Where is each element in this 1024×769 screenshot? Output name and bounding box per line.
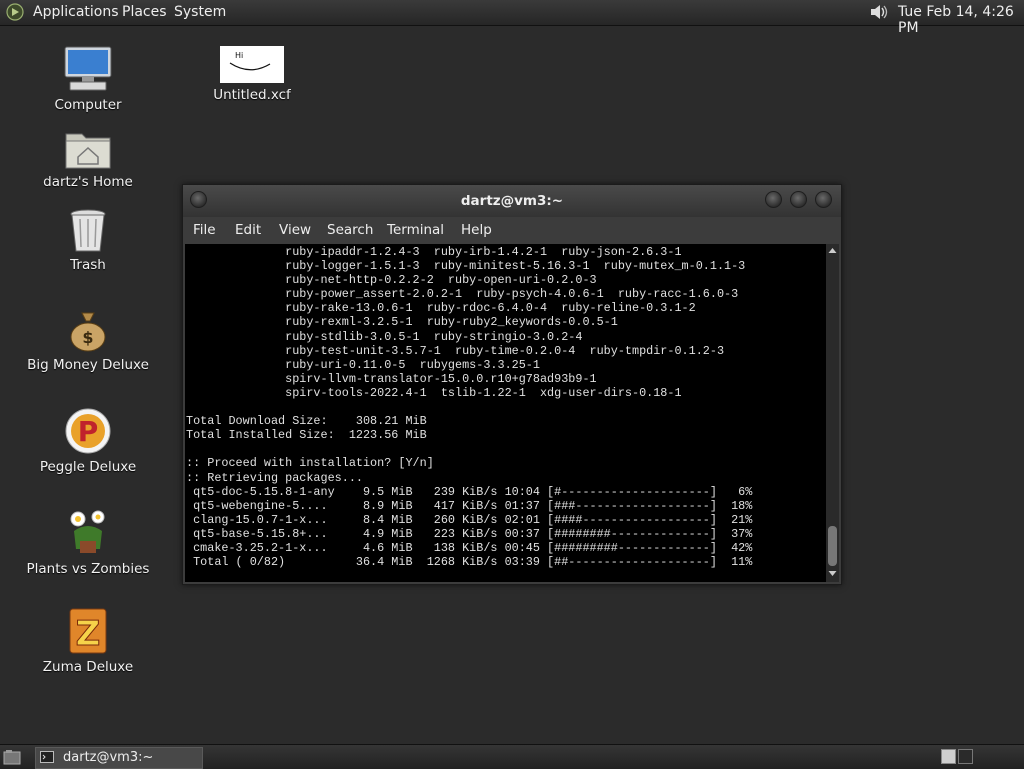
plants-vs-zombies-icon [70,510,105,553]
clock[interactable]: Tue Feb 14, 4:26 PM [898,4,1024,36]
volume-icon[interactable] [868,3,890,21]
terminal-line: qt5-webengine-5.... 8.9 MiB 417 KiB/s 01… [186,498,753,513]
svg-text:$: $ [82,328,93,347]
zuma-icon: Z [69,608,107,655]
terminal-line: ruby-power_assert-2.0.2-1 ruby-psych-4.0… [186,287,739,302]
terminal-line: Total ( 0/82) 36.4 MiB 1268 KiB/s 03:39 … [186,555,753,570]
terminal-line: qt5-doc-5.15.8-1-any 9.5 MiB 239 KiB/s 1… [186,484,753,499]
terminal-menubar: File Edit View Search Terminal Help [183,217,841,243]
terminal-line: Total Installed Size: 1223.56 MiB [186,428,427,443]
terminal-line: clang-15.0.7-1-x... 8.4 MiB 260 KiB/s 02… [186,512,753,527]
terminal-line: ruby-rake-13.0.6-1 ruby-rdoc-6.4.0-4 rub… [186,301,696,316]
terminal-line: ruby-ipaddr-1.2.4-3 ruby-irb-1.4.2-1 rub… [186,245,682,259]
terminal-line: ruby-net-http-0.2.2-2 ruby-open-uri-0.2.… [186,273,597,288]
applications-menu[interactable]: Applications [33,4,119,20]
terminal-window[interactable]: dartz@vm3:~ File Edit View Search Termin… [182,184,842,585]
top-panel: Applications Places System Tue Feb 14, 4… [0,0,1024,36]
home-label: dartz's Home [43,174,133,190]
terminal-line: spirv-tools-2022.4-1 tslib-1.22-1 xdg-us… [186,385,682,400]
terminal-scrollbar[interactable] [826,244,839,582]
desktop-icon-home[interactable]: dartz's Home [23,128,153,190]
desktop-icon-computer[interactable]: Computer [23,45,153,113]
zuma-label: Zuma Deluxe [42,659,134,675]
minimize-button[interactable] [765,191,782,208]
scrollbar-thumb[interactable] [828,526,837,566]
terminal-icon [40,751,54,763]
terminal-text: ruby-ipaddr-1.2.4-3 ruby-irb-1.4.2-1 rub… [186,245,752,569]
desktop-icon-plants[interactable]: Plants vs Zombies [23,507,153,577]
workspace-2-switcher[interactable] [958,749,973,764]
terminal-titlebar[interactable]: dartz@vm3:~ [183,185,841,217]
money-bag-icon: $ [70,312,106,352]
terminal-line: cmake-3.25.2-1-x... 4.6 MiB 138 KiB/s 00… [186,540,753,555]
show-desktop-icon[interactable] [3,749,21,765]
menu-help[interactable]: Help [461,222,492,238]
desktop-icon-big-money[interactable]: $ Big Money Deluxe [23,309,153,373]
menu-search[interactable]: Search [327,222,373,238]
trash-icon [70,209,106,252]
terminal-line: :: Retrieving packages... [186,470,363,485]
peggle-icon: P [65,408,111,454]
desktop-icon-peggle[interactable]: P Peggle Deluxe [23,407,153,475]
taskbar-terminal-label: dartz@vm3:~ [63,750,154,765]
scroll-down-arrow-icon[interactable] [828,569,837,578]
desktop-icon-zuma[interactable]: Z Zuma Deluxe [23,607,153,675]
terminal-title: dartz@vm3:~ [460,193,564,209]
untitled-xcf-label: Untitled.xcf [213,87,291,103]
scroll-up-arrow-icon[interactable] [828,246,837,255]
terminal-line: qt5-base-5.15.8+... 4.9 MiB 223 KiB/s 00… [186,526,753,541]
xcf-thumb-text: Hi [235,51,243,60]
terminal-line: Total Download Size: 308.21 MiB [186,414,427,429]
taskbar-terminal[interactable]: dartz@vm3:~ [35,747,203,769]
terminal-output[interactable]: ruby-ipaddr-1.2.4-3 ruby-irb-1.4.2-1 rub… [185,244,826,582]
terminal-line: spirv-llvm-translator-15.0.0.r10+g78ad93… [186,371,597,386]
svg-text:Z: Z [76,614,101,654]
xcf-thumbnail-icon: Hi [220,46,284,83]
terminal-line: ruby-logger-1.5.1-3 ruby-minitest-5.16.3… [186,259,746,274]
home-folder-icon [65,133,111,169]
menu-edit[interactable]: Edit [235,222,261,238]
terminal-line: ruby-test-unit-3.5.7-1 ruby-time-0.2.0-4… [186,343,725,358]
system-menu[interactable]: System [174,4,226,20]
close-button[interactable] [815,191,832,208]
menu-view[interactable]: View [279,222,311,238]
bottom-panel: dartz@vm3:~ [0,744,1024,769]
menu-file[interactable]: File [193,222,216,238]
menu-terminal[interactable]: Terminal [387,222,444,238]
plants-label: Plants vs Zombies [26,561,150,577]
places-menu[interactable]: Places [122,4,167,20]
terminal-line: ruby-rexml-3.2.5-1 ruby-ruby2_keywords-0… [186,315,618,330]
terminal-line: ruby-uri-0.11.0-5 rubygems-3.3.25-1 [186,357,540,372]
peggle-label: Peggle Deluxe [39,459,137,475]
trash-label: Trash [70,257,106,273]
distro-logo-icon[interactable] [6,3,24,21]
computer-label: Computer [54,97,122,113]
workspace-1-switcher[interactable] [941,749,956,764]
maximize-button[interactable] [790,191,807,208]
computer-icon [64,46,112,91]
svg-text:P: P [78,415,99,448]
big-money-label: Big Money Deluxe [27,357,149,373]
desktop-icon-trash[interactable]: Trash [23,209,153,273]
desktop-icon-untitled-xcf[interactable]: Hi Untitled.xcf [187,46,317,103]
terminal-line: ruby-stdlib-3.0.5-1 ruby-stringio-3.0.2-… [186,329,583,344]
terminal-line: :: Proceed with installation? [Y/n] [186,456,434,471]
